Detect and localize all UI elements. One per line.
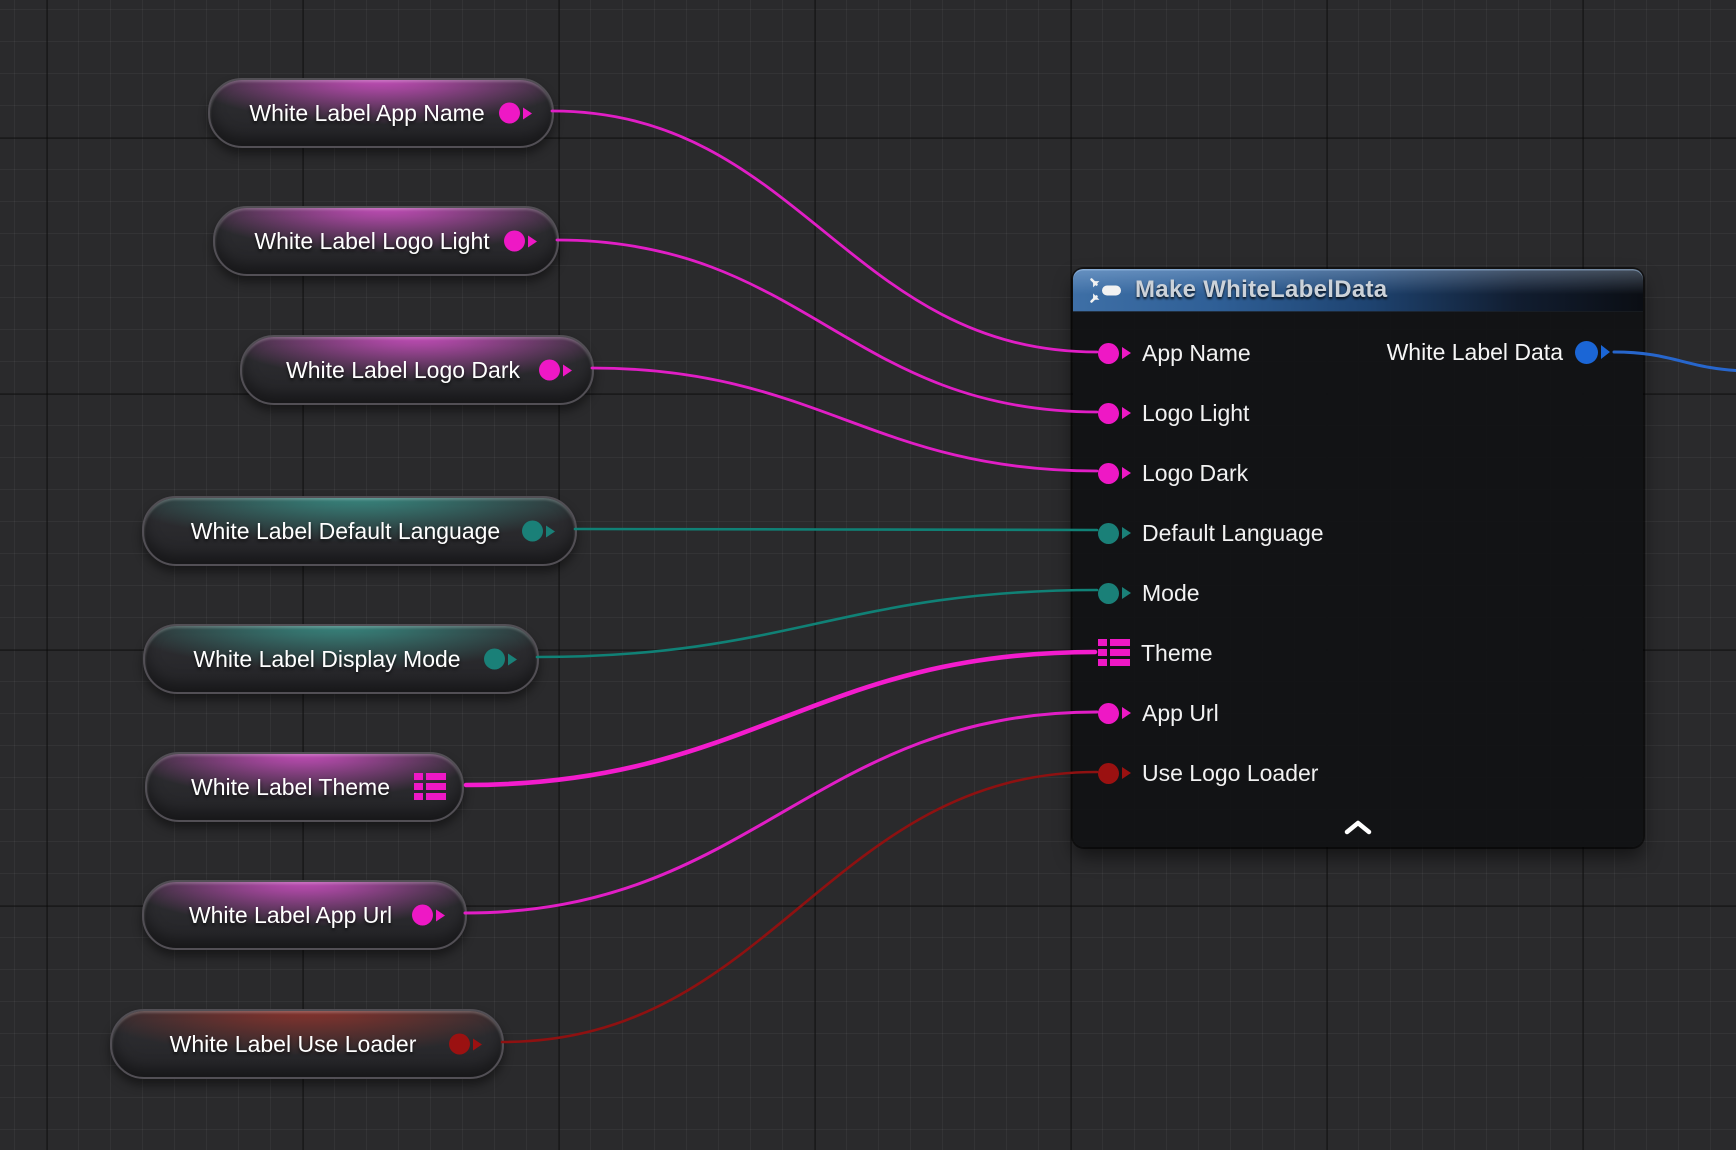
wire-logo-light[interactable]	[557, 240, 1097, 412]
struct-pin-icon[interactable]	[414, 772, 446, 802]
pin-label: White Label Data	[1387, 339, 1563, 366]
pin-row-logo-light[interactable]: Logo Light	[1073, 383, 1643, 443]
node-title: Make WhiteLabelData	[1135, 276, 1387, 304]
node-header[interactable]: Make WhiteLabelData	[1073, 269, 1643, 312]
pin-row-mode[interactable]: Mode	[1073, 563, 1643, 623]
enum-output-pin[interactable]	[484, 649, 517, 670]
pin-label: Mode	[1142, 580, 1200, 607]
getter-node-display-mode[interactable]: White Label Display Mode	[143, 624, 539, 694]
string-input-pin[interactable]	[1098, 463, 1131, 484]
pin-row-default-language[interactable]: Default Language	[1073, 503, 1643, 563]
pin-row-app-url[interactable]: App Url	[1073, 683, 1643, 743]
struct-pin-icon[interactable]	[1098, 638, 1130, 668]
string-output-pin[interactable]	[539, 360, 572, 381]
pin-label: Default Language	[1142, 520, 1324, 547]
pin-row-logo-dark[interactable]: Logo Dark	[1073, 443, 1643, 503]
getter-node-theme[interactable]: White Label Theme	[145, 752, 464, 822]
string-output-pin[interactable]	[499, 103, 532, 124]
bool-input-pin[interactable]	[1098, 763, 1131, 784]
enum-output-pin[interactable]	[522, 521, 555, 542]
pin-row-use-logo-loader[interactable]: Use Logo Loader	[1073, 743, 1643, 803]
pin-row-white-label-data[interactable]: White Label Data	[1387, 322, 1643, 382]
wire-mode[interactable]	[537, 590, 1097, 657]
string-input-pin[interactable]	[1098, 403, 1131, 424]
wire-app-url[interactable]	[465, 712, 1097, 913]
wire-logo-dark[interactable]	[592, 368, 1097, 471]
struct-output-pin[interactable]	[1575, 341, 1610, 364]
getter-label: White Label Use Loader	[112, 1031, 502, 1058]
pin-label: App Name	[1142, 340, 1251, 367]
make-struct-icon	[1089, 277, 1122, 304]
collapse-node-button[interactable]	[1344, 820, 1372, 840]
pin-label: App Url	[1142, 700, 1219, 727]
wire-app-name[interactable]	[552, 111, 1097, 352]
wire-theme[interactable]	[466, 652, 1095, 785]
getter-label: White Label Default Language	[144, 518, 575, 545]
getter-label: White Label Display Mode	[145, 646, 537, 673]
getter-node-logo-light[interactable]: White Label Logo Light	[213, 206, 559, 276]
getter-node-app-url[interactable]: White Label App Url	[142, 880, 467, 950]
getter-node-app-name[interactable]: White Label App Name	[208, 78, 554, 148]
node-input-pins: App Name Logo Light Logo Dark Default La…	[1073, 323, 1643, 803]
getter-node-logo-dark[interactable]: White Label Logo Dark	[240, 335, 594, 405]
string-input-pin[interactable]	[1098, 343, 1131, 364]
string-output-pin[interactable]	[504, 231, 537, 252]
make-whitelabeldata-node[interactable]: Make WhiteLabelData App Name Logo Light …	[1073, 269, 1643, 847]
wire-default-language[interactable]	[575, 529, 1097, 530]
string-output-pin[interactable]	[412, 905, 445, 926]
chevron-up-icon	[1344, 820, 1372, 835]
pin-label: Logo Light	[1142, 400, 1249, 427]
pin-label: Use Logo Loader	[1142, 760, 1318, 787]
enum-input-pin[interactable]	[1098, 523, 1131, 544]
getter-node-default-language[interactable]: White Label Default Language	[142, 496, 577, 566]
blueprint-graph-canvas[interactable]: White Label App Name White Label Logo Li…	[0, 0, 1736, 1150]
bool-output-pin[interactable]	[449, 1034, 482, 1055]
pin-row-theme[interactable]: Theme	[1073, 623, 1643, 683]
string-input-pin[interactable]	[1098, 703, 1131, 724]
enum-input-pin[interactable]	[1098, 583, 1131, 604]
pin-label: Theme	[1141, 640, 1213, 667]
wire-use-logo-loader[interactable]	[502, 772, 1097, 1042]
pin-label: Logo Dark	[1142, 460, 1248, 487]
getter-node-use-loader[interactable]: White Label Use Loader	[110, 1009, 504, 1079]
